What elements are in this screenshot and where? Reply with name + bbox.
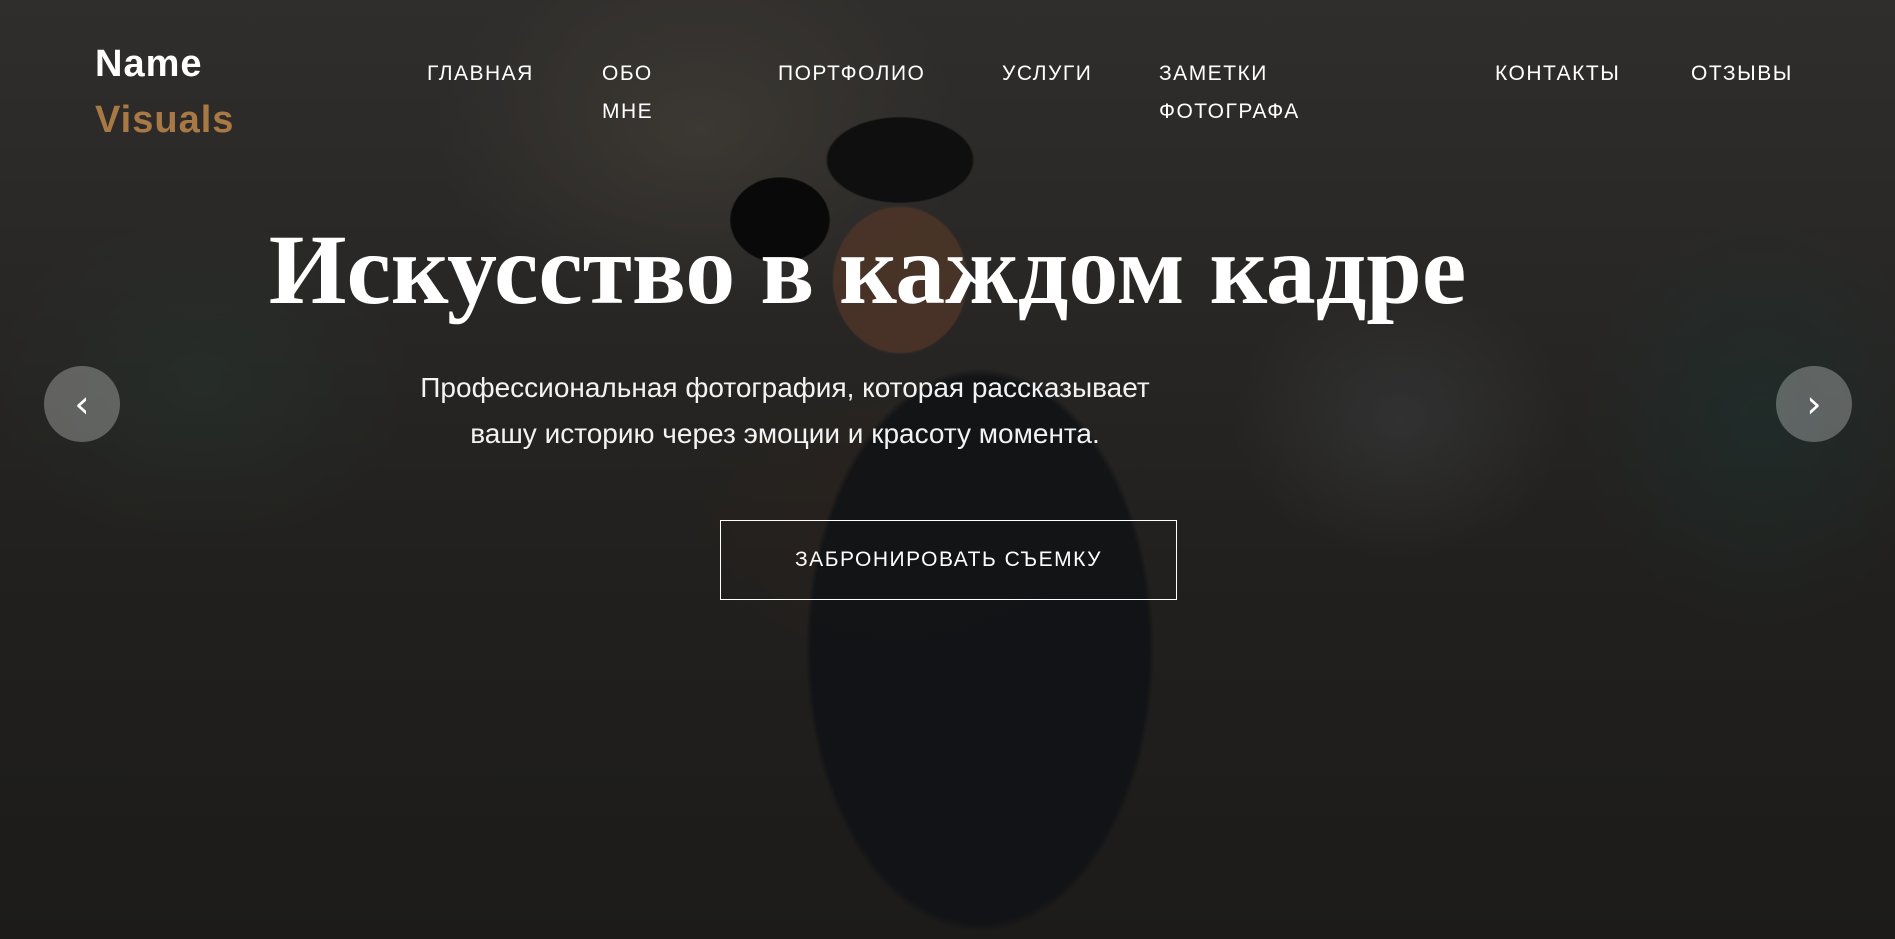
nav-item-home[interactable]: ГЛАВНАЯ	[427, 55, 534, 93]
nav-item-photographer-notes[interactable]: ЗАМЕТКИ ФОТОГРАФА	[1159, 55, 1300, 131]
hero-headline: Искусство в каждом кадре	[268, 214, 1467, 325]
nav-item-label: ЗАМЕТКИ	[1159, 62, 1268, 85]
nav-item-label: ГЛАВНАЯ	[427, 62, 534, 85]
hero-subtitle-line1: Профессиональная фотография, которая рас…	[420, 372, 1150, 403]
logo-line-name: Name	[95, 43, 203, 85]
nav-item-services[interactable]: УСЛУГИ	[1002, 55, 1092, 93]
nav-item-reviews[interactable]: ОТЗЫВЫ	[1691, 55, 1793, 93]
chevron-right-icon: ›	[1806, 382, 1822, 426]
hero-subtitle: Профессиональная фотография, которая рас…	[360, 365, 1210, 457]
nav-item-label: УСЛУГИ	[1002, 62, 1093, 85]
nav-item-label: ОБО	[602, 62, 653, 85]
carousel-next-button[interactable]: ›	[1776, 366, 1852, 442]
chevron-left-icon: ‹	[74, 382, 90, 426]
nav-item-portfolio[interactable]: ПОРТФОЛИО	[778, 55, 925, 93]
nav-item-label-line2: ФОТОГРАФА	[1159, 100, 1300, 123]
logo-line-visuals: Visuals	[95, 99, 235, 141]
nav-item-label-line2: МНЕ	[602, 100, 654, 123]
carousel-prev-button[interactable]: ‹	[44, 366, 120, 442]
hero-subtitle-line2: вашу историю через эмоции и красоту моме…	[470, 418, 1100, 449]
nav-item-label: ПОРТФОЛИО	[778, 62, 926, 85]
hero-dark-overlay	[0, 0, 1895, 939]
book-session-button[interactable]: ЗАБРОНИРОВАТЬ СЪЕМКУ	[720, 520, 1177, 600]
nav-item-about[interactable]: ОБО МНЕ	[602, 55, 653, 131]
site-logo[interactable]: Name Visuals	[95, 36, 234, 148]
nav-item-label: ОТЗЫВЫ	[1691, 62, 1793, 85]
nav-item-contacts[interactable]: КОНТАКТЫ	[1495, 55, 1620, 93]
nav-item-label: КОНТАКТЫ	[1495, 62, 1621, 85]
